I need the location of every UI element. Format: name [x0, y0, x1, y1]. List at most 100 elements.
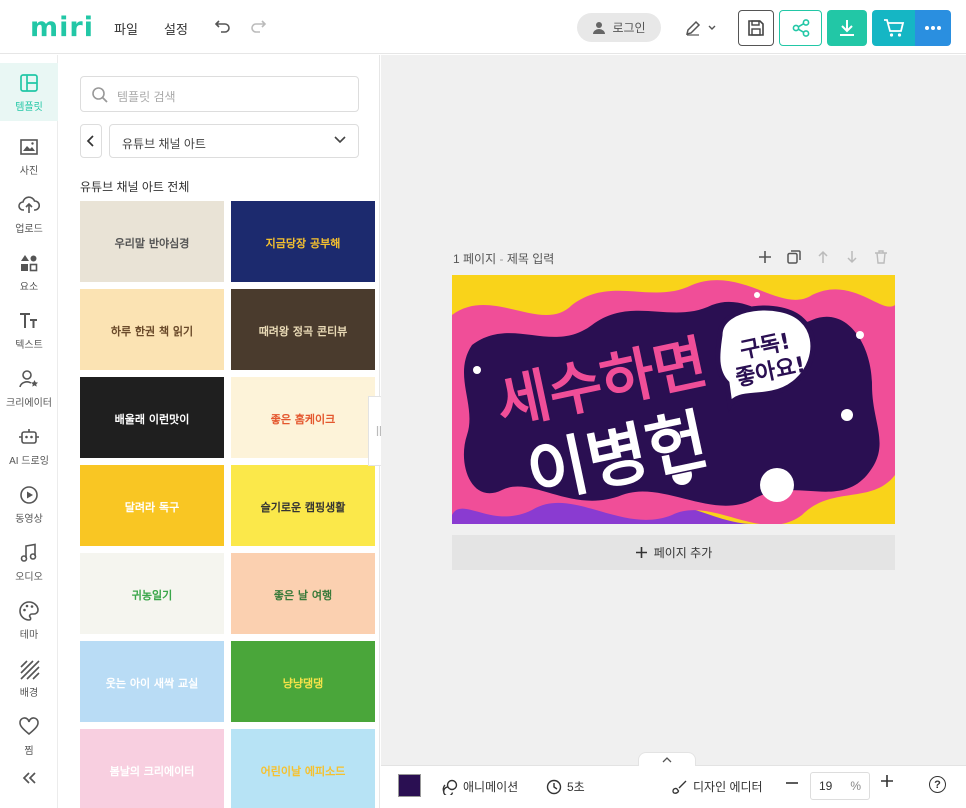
template-thumbnail-title: 냥냥댕댕 — [282, 677, 324, 690]
chevron-left-icon — [86, 135, 94, 147]
plus-icon — [635, 547, 647, 558]
template-thumbnail[interactable]: 냥냥댕댕 — [231, 641, 375, 722]
help-icon[interactable]: ? — [929, 776, 946, 793]
template-thumbnail[interactable]: 좋은 홈케이크 — [231, 377, 375, 458]
more-button[interactable] — [915, 10, 951, 46]
add-page-label: 페이지 추가 — [653, 546, 713, 560]
category-value: 유튜브 채널 아트 — [122, 137, 206, 151]
animation-label: 애니메이션 — [463, 780, 519, 794]
top-bar: miri 파일 설정 로그인 — [0, 0, 966, 54]
duplicate-page-icon[interactable] — [785, 248, 802, 265]
template-thumbnail-title: 어린이날 에피소드 — [260, 765, 346, 778]
template-thumbnail-title: 웃는 아이 새싹 교실 — [105, 677, 199, 690]
login-button[interactable]: 로그인 — [577, 13, 661, 42]
template-thumbnail[interactable]: 달려라 독구 — [80, 465, 224, 546]
category-select[interactable]: 유튜브 채널 아트 — [109, 124, 359, 158]
move-down-icon[interactable] — [843, 248, 860, 265]
template-thumbnail[interactable]: 봄날의 크리에이터 — [80, 729, 224, 808]
template-thumbnail[interactable]: 지금당장 공부해 — [231, 201, 375, 282]
sidebar-item-template[interactable]: 템플릿 — [0, 63, 58, 121]
timer-icon — [546, 779, 562, 794]
chevron-down-icon — [708, 25, 716, 30]
background-color-swatch[interactable] — [398, 774, 421, 797]
sidebar-item-photo[interactable]: 사진 — [0, 127, 58, 185]
sidebar-label: 배경 — [19, 687, 39, 699]
sidebar-item-creator[interactable]: 크리에이터 — [0, 359, 58, 417]
move-up-icon[interactable] — [814, 248, 831, 265]
page-title-input[interactable]: 제목 입력 — [507, 252, 555, 266]
more-dots-icon — [925, 26, 941, 30]
draw-mode-button[interactable] — [684, 17, 724, 39]
menu-settings[interactable]: 설정 — [164, 19, 188, 38]
save-button[interactable] — [738, 10, 774, 46]
template-thumbnail[interactable]: 웃는 아이 새싹 교실 — [80, 641, 224, 722]
sidebar-collapse-button[interactable] — [0, 749, 58, 807]
sidebar-item-background[interactable]: 배경 — [0, 649, 58, 707]
design-canvas[interactable]: 구독! 좋아요! 세수하면 이병헌 — [452, 275, 895, 524]
sidebar-item-ai-drawing[interactable]: AI 드로잉 — [0, 417, 58, 475]
zoom-in-icon[interactable] — [879, 772, 895, 795]
duration-button[interactable]: 5초 — [546, 778, 585, 795]
template-thumbnail[interactable]: 우리말 반야심경 — [80, 201, 224, 282]
sidebar-item-upload[interactable]: 업로드 — [0, 185, 58, 243]
menu-file[interactable]: 파일 — [114, 19, 138, 38]
sidebar-label: 크리에이터 — [6, 397, 52, 409]
template-thumbnail[interactable]: 슬기로운 캠핑생활 — [231, 465, 375, 546]
theme-icon — [19, 600, 39, 621]
elements-icon — [21, 254, 38, 271]
double-chevron-left-icon — [22, 772, 36, 784]
sidebar-item-theme[interactable]: 테마 — [0, 591, 58, 649]
add-page-button[interactable]: 페이지 추가 — [452, 535, 895, 570]
ai-drawing-icon — [19, 428, 39, 444]
sidebar-label: 템플릿 — [15, 101, 43, 113]
template-thumbnail[interactable]: 어린이날 에피소드 — [231, 729, 375, 808]
audio-icon — [20, 543, 37, 562]
sidebar-label: AI 드로잉 — [9, 455, 49, 467]
expand-pages-button[interactable] — [638, 752, 696, 766]
logo[interactable]: miri — [30, 12, 94, 43]
template-thumbnail[interactable]: 하루 한권 책 읽기 — [80, 289, 224, 370]
design-editor-button[interactable]: 디자인 에디터 — [672, 778, 763, 795]
duration-label: 5초 — [567, 780, 585, 794]
template-thumbnail-title: 좋은 날 여행 — [273, 589, 333, 602]
cart-button[interactable] — [872, 10, 915, 46]
share-button[interactable] — [779, 10, 822, 46]
design-editor-label: 디자인 에디터 — [693, 780, 763, 794]
template-search-input[interactable]: 템플릿 검색 — [80, 76, 359, 112]
sidebar-item-video[interactable]: 동영상 — [0, 475, 58, 533]
sidebar-item-text[interactable]: 텍스트 — [0, 301, 58, 359]
template-thumbnail-title: 좋은 홈케이크 — [270, 413, 336, 426]
template-thumbnail-title: 달려라 독구 — [124, 501, 180, 514]
template-thumbnail-title: 귀농일기 — [131, 589, 173, 602]
template-thumbnail[interactable]: 좋은 날 여행 — [231, 553, 375, 634]
zoom-input[interactable]: 19 % — [810, 772, 870, 800]
download-button[interactable] — [827, 10, 867, 46]
pen-icon — [685, 20, 701, 36]
template-thumbnail-title: 지금당장 공부해 — [265, 237, 341, 250]
sidebar-item-elements[interactable]: 요소 — [0, 243, 58, 301]
template-thumbnail-title: 우리말 반야심경 — [114, 237, 190, 250]
login-label: 로그인 — [612, 21, 646, 35]
text-icon — [20, 312, 37, 328]
heart-icon — [19, 716, 39, 735]
animation-button[interactable]: 애니메이션 — [442, 778, 518, 795]
add-page-icon[interactable] — [756, 248, 773, 265]
template-thumbnail[interactable]: 귀농일기 — [80, 553, 224, 634]
redo-icon[interactable] — [248, 16, 268, 36]
trash-icon[interactable] — [872, 248, 889, 265]
zoom-out-icon[interactable] — [784, 774, 800, 797]
share-icon — [792, 19, 809, 37]
template-thumbnail-title: 하루 한권 책 읽기 — [110, 325, 194, 338]
photo-icon — [20, 138, 38, 155]
template-thumbnail-title: 봄날의 크리에이터 — [109, 765, 195, 778]
template-thumbnail[interactable]: 배울래 이런맛이 — [80, 377, 224, 458]
undo-icon[interactable] — [213, 16, 233, 36]
sidebar-label: 텍스트 — [15, 339, 43, 351]
page-header: 1 페이지 - 제목 입력 — [453, 252, 555, 266]
page-label: 1 페이지 — [453, 252, 497, 266]
category-back-button[interactable] — [80, 124, 102, 158]
template-thumbnail[interactable]: 때려왕 정곡 콘티뷰 — [231, 289, 375, 370]
brush-icon — [672, 780, 687, 794]
sidebar-item-audio[interactable]: 오디오 — [0, 533, 58, 591]
search-placeholder: 템플릿 검색 — [117, 90, 176, 104]
